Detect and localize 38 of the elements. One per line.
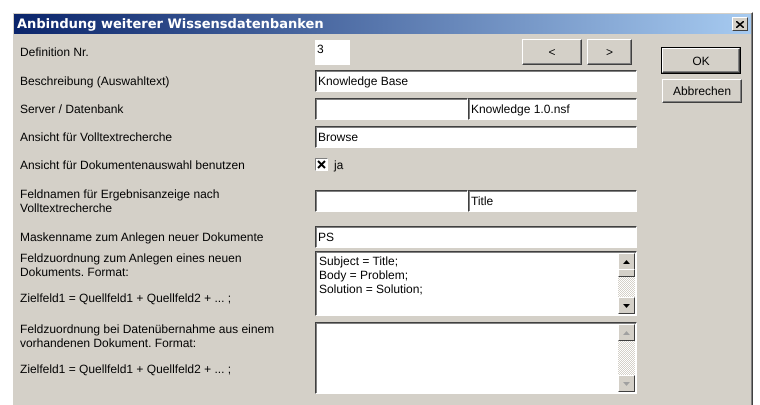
field-label: Feldzuordnung zum Anlegen eines neuen Dokuments. Format: (20, 251, 242, 279)
window-title: Anbindung weiterer Wissensdatenbanken (17, 16, 324, 32)
checkbox-label: ja (334, 158, 344, 172)
down-arrow-icon (623, 382, 630, 386)
field-label: Zielfeld1 = Quellfeld1 + Quellfeld2 + ... ; (20, 362, 232, 376)
next-button[interactable]: > (587, 39, 632, 65)
field-label: Beschreibung (Auswahltext) (20, 74, 170, 88)
field-label: Maskenname zum Anlegen neuer Dokumente (20, 230, 264, 244)
text-area-content: Subject = Title; Body = Problem; Solution = Solution; (318, 253, 424, 298)
scrollbar[interactable] (618, 253, 635, 314)
cancel-button[interactable]: Abbrechen (662, 79, 742, 103)
field-label: Ansicht für Volltextrecherche (20, 130, 174, 144)
text-field[interactable]: PS (315, 226, 637, 248)
text-field[interactable] (315, 98, 468, 120)
number-field[interactable]: 3 (315, 40, 350, 64)
up-arrow-icon (623, 330, 630, 334)
field-label: Feldzuordnung bei Datenübernahme aus einem vorhandenen Dokument. Format: (20, 322, 276, 350)
up-arrow-icon (623, 260, 630, 264)
down-arrow-icon (623, 304, 630, 308)
text-area[interactable]: Subject = Title; Body = Problem; Solution = Solution; (315, 251, 637, 316)
close-button[interactable] (732, 17, 748, 31)
field-label: Zielfeld1 = Quellfeld1 + Quellfeld2 + ... ; (20, 291, 232, 305)
text-field[interactable]: Knowledge 1.0.nsf (468, 98, 637, 120)
scroll-thumb[interactable] (618, 269, 635, 277)
text-field[interactable]: Title (468, 190, 637, 212)
text-field[interactable]: Browse (315, 126, 637, 148)
field-label: Feldnamen für Ergebnisanzeige nach Volltextrecherche (20, 186, 220, 214)
scroll-down-button[interactable] (618, 297, 635, 314)
field-label: Ansicht für Dokumentenauswahl benutzen (20, 158, 246, 172)
text-field[interactable] (315, 190, 468, 212)
ok-button[interactable]: OK (662, 48, 740, 73)
scroll-up-button[interactable] (618, 253, 635, 270)
checkbox[interactable] (315, 158, 328, 171)
previous-button[interactable]: < (522, 39, 582, 65)
field-label: Server / Datenbank (20, 102, 124, 116)
text-field[interactable]: Knowledge Base (315, 70, 637, 92)
field-label: Definition Nr. (20, 45, 90, 59)
close-icon (736, 20, 744, 28)
